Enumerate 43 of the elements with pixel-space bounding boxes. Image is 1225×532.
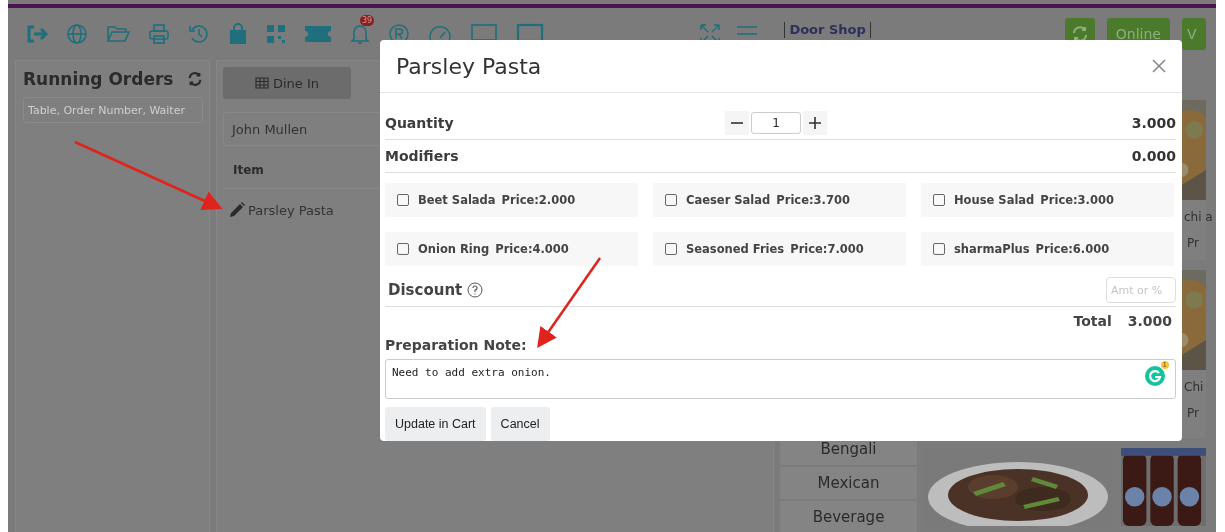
dialog-button[interactable]: Update in Cart (385, 407, 486, 441)
dialog-button[interactable]: Cancel (490, 407, 550, 441)
modifier-option[interactable]: Caeser Salad Price:3.700 (653, 183, 906, 217)
modifier-option[interactable]: Onion Ring Price:4.000 (385, 232, 638, 266)
modifier-price: Price:3.700 (776, 193, 850, 207)
total-label: Total (1073, 313, 1112, 329)
panel-title: Running Orders (23, 69, 174, 89)
modifier-price: Price:7.000 (790, 242, 864, 256)
discount-field[interactable]: Amt or % (1106, 277, 1176, 303)
quantity-field[interactable]: 1 (751, 112, 801, 134)
modifier-option[interactable]: Beet Salada Price:2.000 (385, 183, 638, 217)
modifiers-amount: 0.000 (1131, 148, 1176, 164)
store-name: Door Shop (784, 22, 871, 38)
search-field[interactable]: Table, Order Number, Waiter (23, 97, 203, 123)
product-name: chi a (1184, 210, 1213, 224)
product-price: Pr (1187, 236, 1199, 250)
modifiers-label: Modifiers (385, 148, 460, 164)
modifier-name: Onion Ring (418, 242, 490, 256)
modifier-price: Price:2.000 (501, 193, 576, 207)
modifier-option[interactable]: sharmaPlus Price:6.000 (921, 232, 1174, 266)
modifier-price: Price:3.000 (1040, 193, 1114, 207)
modifier-option[interactable]: House Salad Price:3.000 (921, 183, 1174, 217)
note-label: Preparation Note: (385, 337, 528, 353)
quantity-amount: 3.000 (1131, 115, 1176, 131)
modifier-name: Beet Salada (418, 193, 496, 207)
product-price: Pr (1187, 406, 1199, 420)
product-name: Chi (1184, 380, 1204, 394)
modifier-name: Seasoned Fries (686, 242, 785, 256)
discount-label: Discount (388, 281, 463, 299)
category-item[interactable]: Beverage (780, 501, 917, 532)
modifier-option[interactable]: Seasoned Fries Price:7.000 (653, 232, 906, 266)
modifier-name: sharmaPlus (954, 242, 1030, 256)
note-text: Need to add extra onion. (392, 366, 551, 381)
modifier-name: House Salad (954, 193, 1035, 207)
column-header: Item (233, 163, 264, 177)
total-value: 3.000 (1127, 313, 1172, 329)
category-item[interactable]: Mexican (780, 467, 917, 499)
modifier-name: Caeser Salad (686, 193, 771, 207)
modifier-price: Price:6.000 (1035, 242, 1110, 256)
dialog-title: Parsley Pasta (396, 53, 542, 79)
quantity-label: Quantity (385, 115, 455, 131)
notification-badge: 39 (360, 15, 375, 26)
modifier-price: Price:4.000 (495, 242, 569, 256)
